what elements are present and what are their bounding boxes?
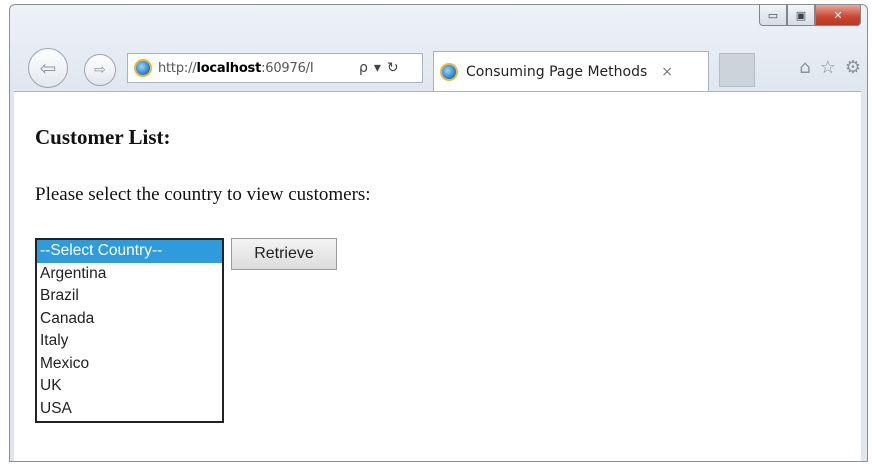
address-bar[interactable]: http://localhost:60976/I ρ ▾ ↻ [127,53,423,83]
dropdown-icon[interactable]: ▾ [374,60,381,76]
browser-window: ▭ ▣ ✕ ⇦ ⇨ http://localhost:60976/I ρ ▾ ↻… [9,4,868,462]
maximize-button[interactable]: ▣ [787,5,815,26]
browser-toolbar: ⇦ ⇨ http://localhost:60976/I ρ ▾ ↻ Consu… [10,45,867,91]
settings-gear-icon[interactable]: ⚙ [845,57,861,78]
forward-button[interactable]: ⇨ [84,54,116,86]
page-content: Customer List: Please select the country… [14,91,861,461]
home-icon[interactable]: ⌂ [799,57,810,78]
minimize-button[interactable]: ▭ [759,5,787,26]
favorites-star-icon[interactable]: ☆ [820,57,836,78]
country-option[interactable]: Argentina [37,263,222,286]
url-rest: :60976/I [261,60,314,76]
back-arrow-icon: ⇦ [39,56,57,80]
close-button[interactable]: ✕ [815,5,861,26]
page-heading: Customer List: [35,125,171,149]
url-host: localhost [196,60,262,76]
country-listbox[interactable]: --Select Country-- Argentina Brazil Canada I… [35,238,224,423]
command-icons: ⌂ ☆ ⚙ [799,57,861,78]
back-button[interactable]: ⇦ [28,48,68,88]
ie-logo-icon [134,59,152,77]
url-text[interactable]: http://localhost:60976/I [158,61,353,76]
refresh-icon[interactable]: ↻ [387,60,399,76]
tab-close-icon[interactable]: × [661,64,673,80]
country-option[interactable]: Brazil [37,285,222,308]
retrieve-button[interactable]: Retrieve [231,238,337,270]
country-option[interactable]: UK [37,375,222,398]
tab-title: Consuming Page Methods [466,63,648,80]
search-icon[interactable]: ρ [359,60,368,76]
country-option[interactable]: USA [37,398,222,421]
instruction-text: Please select the country to view custom… [35,184,371,205]
country-option[interactable]: Canada [37,308,222,331]
country-option[interactable]: Italy [37,330,222,353]
url-prefix: http:// [158,60,197,76]
tab-consuming-page-methods[interactable]: Consuming Page Methods × [433,51,709,91]
country-option[interactable]: Mexico [37,353,222,376]
window-controls: ▭ ▣ ✕ [759,5,861,27]
new-tab-button[interactable] [719,53,755,87]
tab-ie-logo-icon [440,62,458,81]
forward-arrow-icon: ⇨ [94,62,106,78]
address-tools: ρ ▾ ↻ [359,60,399,76]
country-option[interactable]: --Select Country-- [37,240,222,263]
